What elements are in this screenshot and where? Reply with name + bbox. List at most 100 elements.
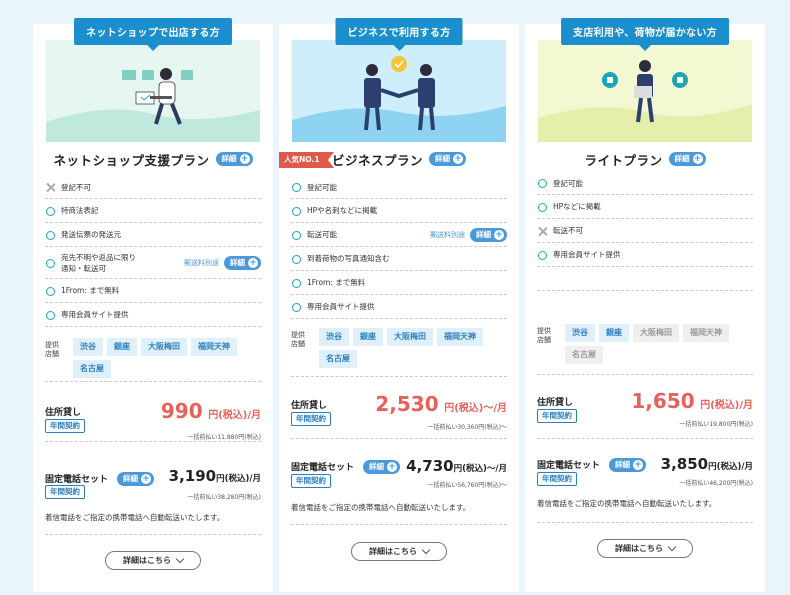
divider xyxy=(45,441,261,442)
store-chip: 銀座 xyxy=(599,324,629,342)
feature-item: HPや名刺などに掲載 xyxy=(291,199,507,223)
feature-item-empty xyxy=(537,267,753,291)
cross-icon xyxy=(538,227,547,236)
tel-detail-button[interactable]: 詳細 + xyxy=(117,472,154,486)
tel-label: 固定電話セット xyxy=(45,475,109,485)
feature-item: 登記可能 xyxy=(537,172,753,195)
feature-item: 1From: まで無料 xyxy=(291,271,507,295)
feature-item: HPなどに掲載 xyxy=(537,195,753,219)
forward-note: 着信電話をご指定の携帯電話へ自動転送いたします。 xyxy=(291,503,471,512)
address-price-block: 住所貸し 年間契約 2,530 円(税込)～/月 一括前払い30,360円(税込… xyxy=(291,386,507,446)
plus-icon: + xyxy=(141,474,151,484)
plus-icon: + xyxy=(692,154,703,164)
circle-check-icon xyxy=(292,230,301,240)
store-chip: 福岡天神 xyxy=(437,328,483,346)
circle-check-icon xyxy=(46,286,55,296)
plus-icon: + xyxy=(248,257,258,268)
tel-lump-sum-price: 一括前払い56,760円(税込)～ xyxy=(427,482,507,489)
plan-title: ネットショップ支援プラン xyxy=(53,152,210,168)
feature-item: 転送不可 xyxy=(537,219,753,243)
stores-label: 提供 店舗 xyxy=(537,327,551,344)
address-price-block: 住所貸し 年間契約 1,650 円(税込)/月 一括前払い19,800円(税込) xyxy=(537,384,753,444)
store-chip: 名古屋 xyxy=(73,360,111,378)
divider xyxy=(537,438,753,439)
address-label: 住所貸し xyxy=(537,398,574,408)
tel-price-block: 固定電話セット 詳細 + 年間契約 3,190円(税込)/月 一括前払い38,28… xyxy=(45,460,261,510)
feature-item: 特商法表記 xyxy=(45,199,261,223)
shipping-fee-note: 郵送料別途 xyxy=(430,230,465,239)
contract-badge: 年間契約 xyxy=(45,485,85,499)
tel-price: 3,850円(税込)/月 xyxy=(660,455,753,473)
divider xyxy=(291,524,507,525)
address-price: 990 円(税込)/月 xyxy=(160,399,261,423)
more-details-button[interactable]: 詳細はこちら xyxy=(105,551,201,570)
store-chip: 銀座 xyxy=(353,328,383,346)
contract-badge: 年間契約 xyxy=(291,474,331,488)
detail-label: 詳細 xyxy=(221,154,237,163)
feature-list: 登記不可 特商法表記 発送伝票の発送元 宛先不明や返品に限り 通知・転送可 郵送料… xyxy=(45,176,261,327)
circle-check-icon xyxy=(538,202,547,212)
circle-check-icon xyxy=(292,206,301,216)
plus-icon: + xyxy=(633,460,643,470)
store-chip: 渋谷 xyxy=(319,328,349,346)
plan-detail-button[interactable]: 詳細 + xyxy=(668,152,706,166)
plus-icon: + xyxy=(387,462,397,472)
tel-label: 固定電話セット xyxy=(291,463,355,473)
store-chip: 大阪梅田 xyxy=(387,328,433,346)
plan-detail-button[interactable]: 詳細 + xyxy=(429,152,466,166)
store-list: 提供 店舗 渋谷 銀座 大阪梅田 福岡天神 名古屋 xyxy=(291,328,507,368)
forward-detail-button[interactable]: 詳細 + xyxy=(470,227,507,242)
address-price: 2,530 円(税込)～/月 xyxy=(375,392,507,416)
plan-title: ビジネスプラン xyxy=(331,152,423,168)
circle-check-icon xyxy=(538,250,547,260)
store-chip-unavailable: 名古屋 xyxy=(565,346,603,364)
plan-card-light: 支店利用や、荷物が届かない方 ライトプラン 詳細 + 登記可能 HPなどに掲載 転… xyxy=(525,18,765,592)
circle-check-icon xyxy=(292,278,301,288)
tel-price-block: 固定電話セット 詳細 + 年間契約 3,850円(税込)/月 一括前払い46,20… xyxy=(537,452,753,502)
tel-lump-sum-price: 一括前払い38,280円(税込) xyxy=(187,494,261,501)
address-price-block: 住所貸し 年間契約 990 円(税込)/月 一括前払い11,880円(税込) xyxy=(45,396,261,460)
tel-detail-button[interactable]: 詳細 + xyxy=(363,460,400,474)
plan-title: ライトプラン xyxy=(584,152,663,168)
store-list: 提供 店舗 渋谷 銀座 大阪梅田 福岡天神 名古屋 xyxy=(537,324,753,364)
plan-header: ネットショップ支援プラン 詳細 + xyxy=(33,148,273,170)
tel-detail-button[interactable]: 詳細 + xyxy=(609,458,646,472)
tel-price: 3,190円(税込)/月 xyxy=(168,467,261,485)
feature-item: 登記可能 xyxy=(291,176,507,199)
divider xyxy=(537,522,753,523)
feature-list: 登記可能 HPや名刺などに掲載 転送可能 郵送料別途 詳細 + 到着荷物の写真通知含む… xyxy=(291,176,507,319)
stores-label: 提供 店舗 xyxy=(45,341,59,358)
plan-target-tab: 支店利用や、荷物が届かない方 xyxy=(561,18,729,51)
tel-price-block: 固定電話セット 詳細 + 年間契約 4,730円(税込)～/月 一括前払い56,7… xyxy=(291,454,507,504)
tel-lump-sum-price: 一括前払い46,200円(税込) xyxy=(679,480,753,487)
store-chip: 名古屋 xyxy=(319,350,357,368)
plan-header: ビジネスプラン 詳細 + xyxy=(279,148,519,170)
forward-detail-button[interactable]: 詳細 + xyxy=(224,255,261,270)
feature-item: 転送可能 郵送料別途 詳細 + xyxy=(291,223,507,247)
chevron-down-icon xyxy=(421,545,431,555)
feature-item: 専用会員サイト提供 xyxy=(45,303,261,327)
plan-target-tab: ビジネスで利用する方 xyxy=(335,18,463,51)
plan-card-business: ビジネスで利用する方 人気NO.1 ビジネスプラン 詳細 + 登記可能 HPや名刺… xyxy=(279,18,519,592)
circle-check-icon xyxy=(538,179,547,188)
feature-item: 登記不可 xyxy=(45,176,261,199)
circle-check-icon xyxy=(292,183,301,192)
cross-icon xyxy=(46,183,55,192)
contract-badge: 年間契約 xyxy=(45,419,85,433)
tel-label: 固定電話セット xyxy=(537,461,601,471)
plan-detail-button[interactable]: 詳細 + xyxy=(215,152,253,166)
lump-sum-price: 一括前払い30,360円(税込)～ xyxy=(427,424,507,431)
lump-sum-price: 一括前払い19,800円(税込) xyxy=(679,421,753,428)
more-details-button[interactable]: 詳細はこちら xyxy=(597,539,693,558)
circle-check-icon xyxy=(46,206,55,216)
feature-item: 専用会員サイト提供 xyxy=(537,243,753,267)
divider xyxy=(291,376,507,377)
more-details-button[interactable]: 詳細はこちら xyxy=(351,542,447,561)
circle-check-icon xyxy=(46,230,55,240)
shipping-fee-note: 郵送料別途 xyxy=(184,258,219,267)
forward-note: 着信電話をご指定の携帯電話へ自動転送いたします。 xyxy=(45,513,225,522)
feature-item: 専用会員サイト提供 xyxy=(291,295,507,319)
store-chip: 大阪梅田 xyxy=(141,338,187,356)
circle-check-icon xyxy=(292,254,301,264)
business-illustration xyxy=(292,40,506,142)
